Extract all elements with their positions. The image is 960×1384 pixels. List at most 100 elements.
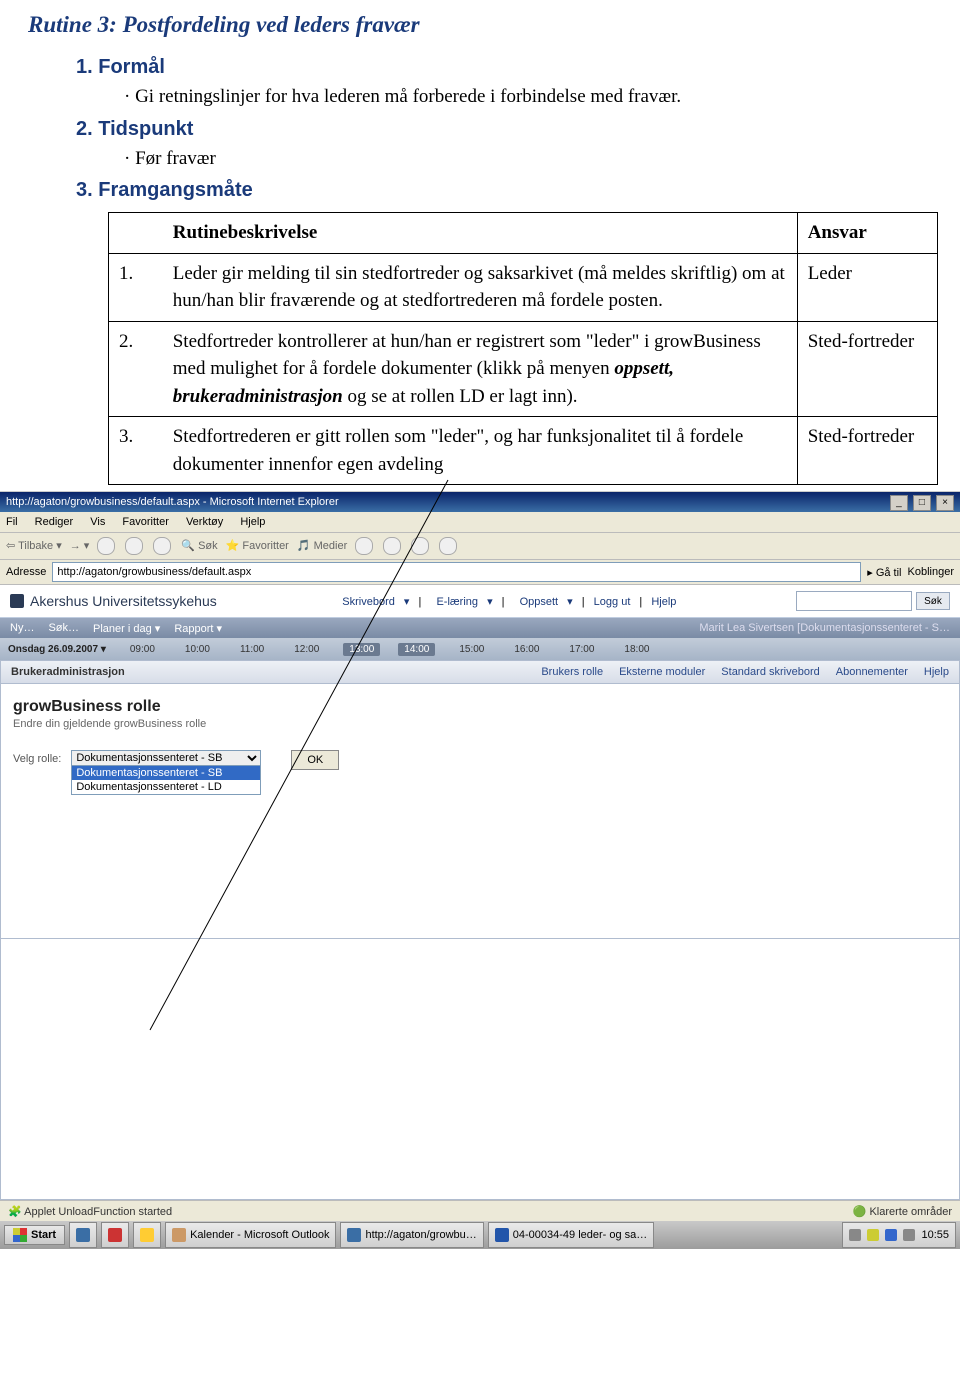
gb-subtitle: Endre din gjeldende growBusiness rolle [13, 718, 947, 730]
tab-brukers-rolle[interactable]: Brukers rolle [541, 666, 603, 678]
home-icon[interactable] [153, 537, 171, 555]
tab-eksterne-moduler[interactable]: Eksterne moduler [619, 666, 705, 678]
tray-icon[interactable] [903, 1229, 915, 1241]
table-header-desc: Rutinebeskrivelse [163, 213, 797, 254]
timeline[interactable]: Onsdag 26.09.2007 ▾ 09:00 10:00 11:00 12… [0, 638, 960, 660]
status-right: 🟢 Klarerte områder [853, 1205, 952, 1218]
ie-toolbar[interactable]: ⇦ Tilbake ▾ → ▾ 🔍 Søk ⭐ Favoritter 🎵 Med… [0, 533, 960, 560]
close-icon[interactable]: × [936, 495, 954, 511]
ie-addressbar[interactable]: Adresse ▸ Gå til Koblinger [0, 560, 960, 585]
panel-tabs[interactable]: Brukers rolle Eksterne moduler Standard … [541, 666, 949, 678]
taskbar-item[interactable]: http://agaton/growbu… [340, 1222, 483, 1248]
tray-icon[interactable] [849, 1229, 861, 1241]
forward-button[interactable]: → ▾ [70, 533, 90, 559]
taskbar-item[interactable]: 04-00034-49 leder- og sa… [488, 1222, 655, 1248]
panel-empty-area [0, 939, 960, 1200]
menu-loggut[interactable]: Logg ut [594, 596, 631, 608]
address-input[interactable] [52, 562, 861, 582]
tray-icon[interactable] [867, 1229, 879, 1241]
brand: Akershus Universitetssykehus [10, 593, 217, 609]
tab-abonnementer[interactable]: Abonnementer [836, 666, 908, 678]
links-label[interactable]: Koblinger [908, 566, 954, 578]
menu-oppsett[interactable]: Oppsett ▾ [514, 596, 573, 608]
ie-titlebar: http://agaton/growbusiness/default.aspx … [0, 492, 960, 512]
menu-vis[interactable]: Vis [90, 516, 105, 528]
section-2-heading: 2. Tidspunkt [76, 118, 932, 141]
edit-icon[interactable] [439, 537, 457, 555]
tray-icon[interactable] [885, 1229, 897, 1241]
taskbar-item[interactable]: Kalender - Microsoft Outlook [165, 1222, 336, 1248]
tab-standard-skrivebord[interactable]: Standard skrivebord [721, 666, 819, 678]
subbar-ny[interactable]: Ny… [10, 622, 34, 634]
taskbar[interactable]: Start Kalender - Microsoft Outlook http:… [0, 1221, 960, 1249]
timeline-slot[interactable]: 16:00 [508, 643, 545, 656]
mail-icon[interactable] [383, 537, 401, 555]
window-buttons[interactable]: _ □ × [888, 492, 954, 512]
timeline-slot[interactable]: 11:00 [234, 643, 270, 656]
quicklaunch-icon[interactable] [133, 1222, 161, 1248]
timeline-slot[interactable]: 13:00 [343, 643, 380, 656]
stop-icon[interactable] [97, 537, 115, 555]
table-row: 1. Leder gir melding til sin stedfortred… [109, 253, 938, 321]
status-left: 🧩 Applet UnloadFunction started [8, 1205, 172, 1218]
print-icon[interactable] [411, 537, 429, 555]
favorites-button[interactable]: ⭐ Favoritter [226, 533, 289, 559]
table-row: 2. Stedfortreder kontrollerer at hun/han… [109, 321, 938, 417]
system-tray[interactable]: 10:55 [842, 1222, 956, 1248]
app-subbar[interactable]: Ny… Søk… Planer i dag ▾ Rapport ▾ Marit … [0, 618, 960, 638]
address-label: Adresse [6, 566, 46, 578]
timeline-slot[interactable]: 10:00 [179, 643, 216, 656]
quicklaunch-icon[interactable] [101, 1222, 129, 1248]
menu-favoritter[interactable]: Favoritter [122, 516, 168, 528]
page-title: Rutine 3: Postfordeling ved leders fravæ… [28, 12, 932, 38]
ie-menubar[interactable]: Fil Rediger Vis Favoritter Verktøy Hjelp [0, 512, 960, 533]
menu-skrivebord[interactable]: Skrivebord ▾ [336, 596, 409, 608]
menu-hjelp[interactable]: Hjelp [651, 596, 676, 608]
timeline-slot[interactable]: 09:00 [124, 643, 161, 656]
role-select[interactable]: Dokumentasjonssenteret - SB [71, 750, 261, 766]
subbar-user: Marit Lea Sivertsen [Dokumentasjonssente… [699, 622, 950, 634]
app-header: Akershus Universitetssykehus Skrivebord … [0, 585, 960, 618]
timeline-slot[interactable]: 18:00 [618, 643, 655, 656]
ie-statusbar: 🧩 Applet UnloadFunction started 🟢 Klarer… [0, 1200, 960, 1221]
menu-elaering[interactable]: E-læring ▾ [430, 596, 492, 608]
go-button[interactable]: ▸ Gå til [867, 566, 901, 579]
timeline-slot[interactable]: 12:00 [288, 643, 325, 656]
ok-button[interactable]: OK [291, 750, 339, 770]
subbar-rapport[interactable]: Rapport ▾ [174, 622, 222, 635]
history-icon[interactable] [355, 537, 373, 555]
tab-hjelp[interactable]: Hjelp [924, 666, 949, 678]
quicklaunch-icon[interactable] [69, 1222, 97, 1248]
clock: 10:55 [921, 1229, 949, 1241]
back-button[interactable]: ⇦ Tilbake ▾ [6, 533, 62, 559]
menu-rediger[interactable]: Rediger [35, 516, 74, 528]
maximize-icon[interactable]: □ [913, 495, 931, 511]
menu-hjelp[interactable]: Hjelp [240, 516, 265, 528]
role-row: Velg rolle: Dokumentasjonssenteret - SB … [13, 750, 947, 795]
refresh-icon[interactable] [125, 537, 143, 555]
timeline-date: Onsdag 26.09.2007 ▾ [8, 644, 106, 655]
menu-fil[interactable]: Fil [6, 516, 18, 528]
subbar-sok[interactable]: Søk… [48, 622, 79, 634]
timeline-slot[interactable]: 15:00 [453, 643, 490, 656]
role-option[interactable]: Dokumentasjonssenteret - SB [72, 766, 260, 780]
procedure-table: Rutinebeskrivelse Ansvar 1. Leder gir me… [108, 212, 938, 485]
search-input[interactable] [796, 591, 912, 611]
timeline-slot[interactable]: 14:00 [398, 643, 435, 656]
table-header-empty [109, 213, 163, 254]
menu-verktoy[interactable]: Verktøy [186, 516, 223, 528]
windows-flag-icon [13, 1228, 27, 1242]
start-button[interactable]: Start [4, 1225, 65, 1245]
panel-titlebar: Brukeradministrasjon Brukers rolle Ekste… [0, 660, 960, 684]
minimize-icon[interactable]: _ [890, 495, 908, 511]
search-button[interactable]: Søk [916, 592, 950, 610]
timeline-slot[interactable]: 17:00 [563, 643, 600, 656]
role-option[interactable]: Dokumentasjonssenteret - LD [72, 780, 260, 794]
app-search[interactable]: Søk [796, 591, 950, 611]
media-button[interactable]: 🎵 Medier [297, 533, 347, 559]
role-dropdown-open[interactable]: Dokumentasjonssenteret - SB Dokumentasjo… [71, 766, 261, 795]
embedded-screenshot: http://agaton/growbusiness/default.aspx … [0, 491, 960, 1249]
app-menu[interactable]: Skrivebord ▾ | E-læring ▾ | Oppsett ▾ | … [330, 595, 682, 608]
subbar-planer[interactable]: Planer i dag ▾ [93, 622, 160, 635]
search-button[interactable]: 🔍 Søk [181, 533, 217, 559]
